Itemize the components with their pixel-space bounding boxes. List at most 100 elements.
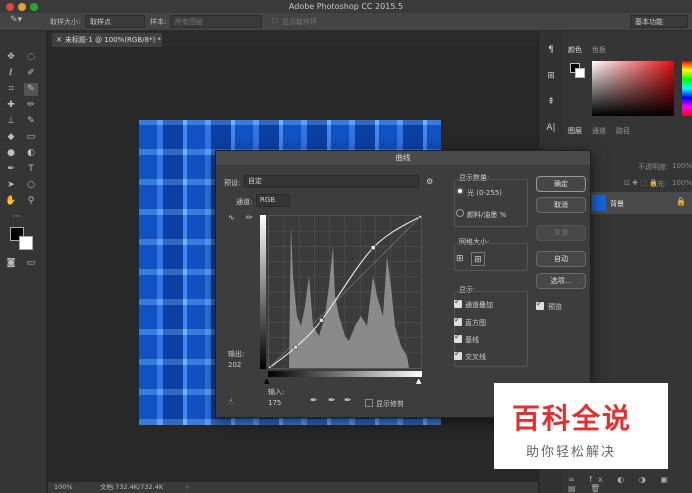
document-tab-label: 未标题-1 @ 100%(RGB/8*) * [64, 36, 161, 44]
brush-tool-icon[interactable]: ✏ [24, 99, 38, 112]
eyedropper-tool-icon[interactable]: ✎▾ [10, 15, 22, 25]
marquee-tool-icon[interactable]: ◌ [24, 51, 38, 64]
workspace-select[interactable]: 基本功能 [630, 15, 688, 28]
paragraph-panel-icon[interactable]: ¶ [544, 45, 558, 59]
eyedropper-tool-icon[interactable]: ✎ [24, 83, 38, 96]
status-bar: 100% 文档:732.4K/732.4K › [48, 482, 538, 493]
white-point-slider-icon[interactable]: ▲ [416, 377, 421, 385]
type-tool-icon[interactable]: T [24, 163, 38, 176]
minimize-window-button[interactable] [18, 3, 26, 11]
quick-select-tool-icon[interactable]: ✐ [24, 67, 38, 80]
smooth-button[interactable]: 平滑 [536, 225, 586, 241]
tools-panel: ✥ ◌ ℓ ✐ ⌗ ✎ ✚ ✏ ⊥ ✎ ◆ ▭ ● ◐ ✒ T ➤ ○ ✋ ⚲ … [0, 31, 48, 493]
display-option-label: 直方图 [465, 319, 486, 327]
character-panel-icon[interactable]: A| [544, 123, 558, 137]
input-value[interactable]: 175 [268, 399, 281, 407]
light-radio[interactable] [456, 187, 464, 195]
tool-presets-icon[interactable]: ⇞ [544, 97, 558, 111]
healing-tool-icon[interactable]: ✚ [4, 99, 18, 112]
hand-tool-icon[interactable]: ✋ [4, 195, 18, 208]
color-picker-field[interactable] [592, 61, 674, 116]
target-adjust-icon[interactable]: ☝ [228, 397, 233, 406]
layer-name: 背景 [610, 200, 624, 208]
lock-icons[interactable]: ⊡ ✚ ⬚ 🔒 [624, 179, 658, 187]
close-tab-icon[interactable]: ✕ [56, 36, 62, 44]
pencil-draw-icon[interactable]: ✏ [246, 213, 253, 222]
detailed-grid-icon[interactable]: ⊞ [471, 252, 485, 266]
curve-edit-icon[interactable]: ∿ [228, 213, 235, 222]
intersection-checkbox[interactable] [454, 349, 462, 360]
ellipse-tool-icon[interactable]: ○ [24, 179, 38, 192]
show-clipping-checkbox[interactable] [365, 399, 373, 407]
pen-tool-icon[interactable]: ✒ [4, 163, 18, 176]
fill-value[interactable]: 100% [672, 179, 692, 187]
app-title: Adobe Photoshop CC 2015.5 [288, 2, 404, 11]
screen-mode-icon[interactable]: ▭ [24, 257, 38, 270]
tab-layers[interactable]: 图层 [568, 126, 582, 136]
cancel-button[interactable]: 取消 [536, 197, 586, 213]
path-select-icon[interactable]: ➤ [4, 179, 18, 192]
move-tool-icon[interactable]: ✥ [4, 51, 18, 64]
curve-control-point[interactable] [293, 344, 299, 350]
layer-actions-icons[interactable]: ∞ fx ◐ ◑ ▣ ▤ 🗑 [568, 475, 692, 493]
show-ring-checkbox[interactable]: ☐ [272, 17, 278, 25]
curve-control-point[interactable] [371, 245, 376, 250]
tab-color[interactable]: 颜色 [568, 45, 582, 55]
ok-button[interactable]: 确定 [536, 176, 586, 192]
opacity-value[interactable]: 100% [672, 162, 692, 170]
zoom-window-button[interactable] [30, 3, 38, 11]
blur-tool-icon[interactable]: ● [4, 147, 18, 160]
curve-control-point[interactable] [266, 365, 272, 371]
gradient-tool-icon[interactable]: ▭ [24, 131, 38, 144]
tab-swatches[interactable]: 色板 [592, 45, 606, 55]
color-background-swatch[interactable] [575, 68, 585, 78]
close-window-button[interactable] [6, 3, 14, 11]
options-button[interactable]: 选项... [536, 273, 586, 289]
more-tools-icon[interactable]: ··· [10, 211, 24, 224]
lasso-tool-icon[interactable]: ℓ [4, 67, 18, 80]
histogram-checkbox[interactable] [454, 315, 462, 326]
sample-label: 样本: [150, 18, 167, 26]
gray-point-eyedropper-icon[interactable]: ✒ [328, 396, 336, 406]
stamp-tool-icon[interactable]: ⊥ [4, 115, 18, 128]
options-bar: ✎▾ 取样大小: 取样点 样本: 所有图层 ☐ 显示取样环 基本功能 [0, 13, 692, 31]
eraser-tool-icon[interactable]: ◆ [4, 131, 18, 144]
curve-control-point[interactable] [319, 318, 324, 323]
show-ring-label: 显示取样环 [282, 18, 317, 26]
curve-graph[interactable] [266, 213, 424, 371]
tab-channels[interactable]: 通道 [592, 126, 606, 136]
baseline-checkbox[interactable] [454, 332, 462, 343]
curve-control-point[interactable] [418, 213, 424, 219]
output-value[interactable]: 202 [228, 361, 241, 369]
show-clipping-label: 显示修剪 [376, 400, 404, 408]
pigment-radio[interactable] [456, 209, 464, 217]
layer-thumbnail [592, 195, 606, 211]
document-tab[interactable]: ✕ 未标题-1 @ 100%(RGB/8*) * [52, 33, 162, 47]
channel-select[interactable]: RGB [256, 194, 290, 207]
history-brush-icon[interactable]: ✎ [24, 115, 38, 128]
crop-tool-icon[interactable]: ⌗ [4, 83, 18, 96]
layer-row[interactable]: 背景 🔒 [590, 192, 692, 214]
preset-label: 预设: [224, 179, 241, 187]
sample-size-select[interactable]: 取样点 [85, 15, 145, 28]
black-point-slider-icon[interactable]: ▲ [264, 377, 269, 385]
preset-select[interactable]: 自定 [244, 175, 419, 188]
status-menu-chevron-icon[interactable]: › [186, 482, 189, 493]
character-styles-icon[interactable]: ⊞ [544, 71, 558, 85]
preset-options-gear-icon[interactable]: ⚙ [426, 177, 433, 186]
simple-grid-icon[interactable]: ⊞ [456, 253, 468, 265]
sample-select[interactable]: 所有图层 [170, 15, 262, 28]
zoom-tool-icon[interactable]: ⚲ [24, 195, 38, 208]
preview-checkbox[interactable] [536, 299, 544, 310]
quick-mask-icon[interactable]: ◙ [4, 257, 18, 270]
channel-overlay-checkbox[interactable] [454, 297, 462, 308]
curve-svg[interactable] [266, 213, 424, 371]
auto-button[interactable]: 自动 [536, 251, 586, 267]
white-point-eyedropper-icon[interactable]: ✒ [344, 396, 352, 406]
black-point-eyedropper-icon[interactable]: ✒ [310, 396, 318, 406]
zoom-level[interactable]: 100% [54, 482, 73, 493]
tab-paths[interactable]: 路径 [616, 126, 630, 136]
hue-slider[interactable] [682, 61, 692, 116]
dodge-tool-icon[interactable]: ◐ [24, 147, 38, 160]
background-color-swatch[interactable] [19, 236, 33, 250]
